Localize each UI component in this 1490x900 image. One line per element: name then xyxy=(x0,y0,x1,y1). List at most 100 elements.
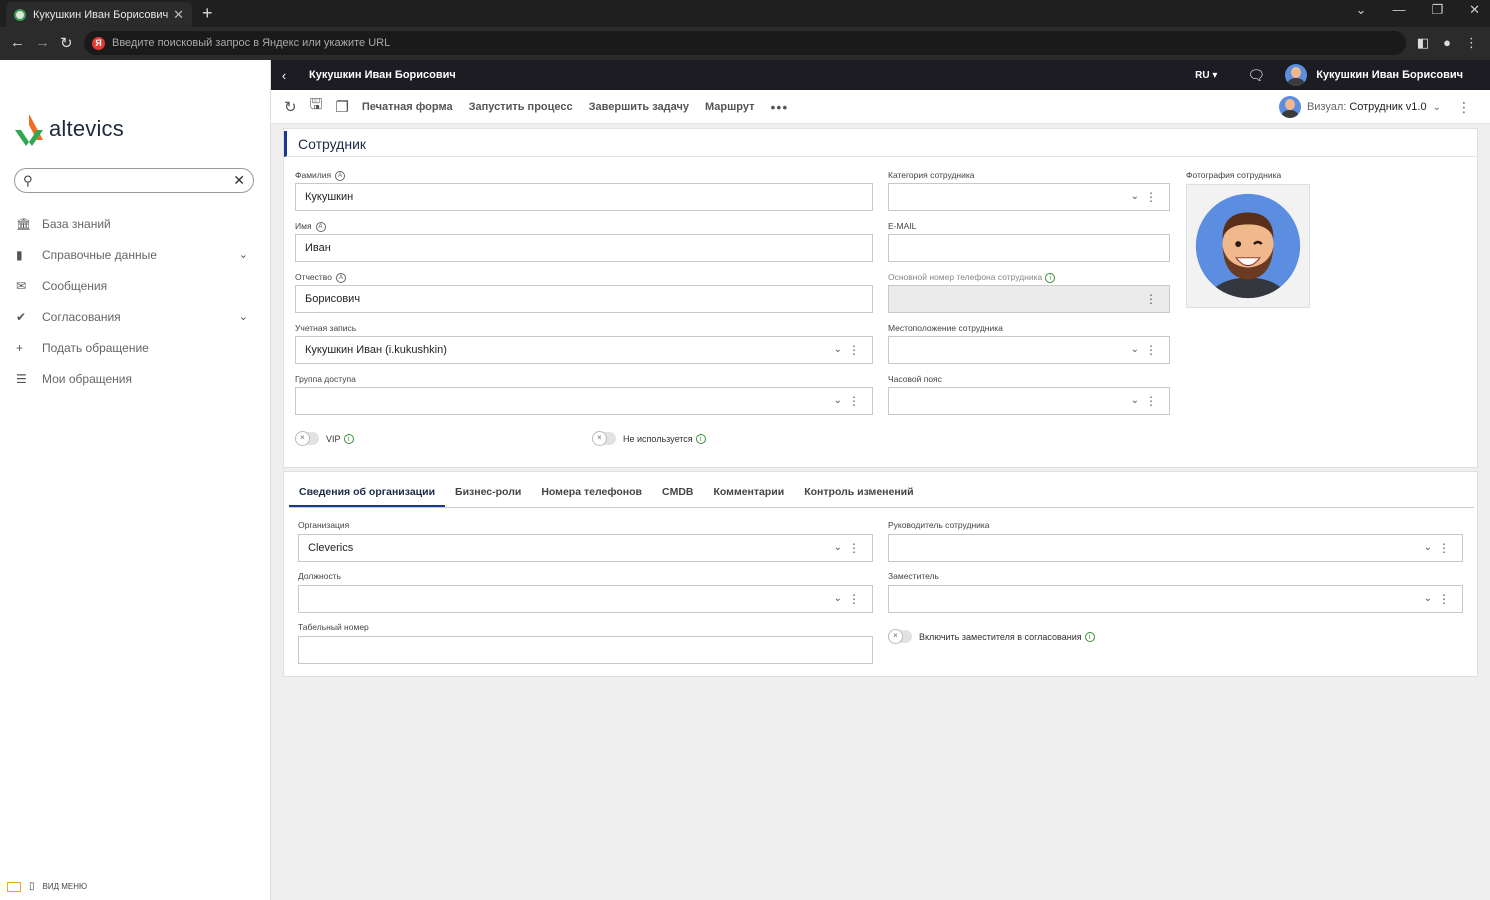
avatar[interactable] xyxy=(1285,64,1308,86)
copy-icon[interactable]: ❐ xyxy=(335,98,348,116)
toggle-switch[interactable] xyxy=(888,629,912,644)
restore-icon[interactable]: ❐ xyxy=(1431,2,1443,18)
browser-menu-icon[interactable]: ⋮ xyxy=(1465,35,1478,51)
kebab-menu-icon[interactable]: ⋮ xyxy=(1145,286,1157,312)
kebab-menu-icon[interactable]: ⋮ xyxy=(1457,99,1471,116)
chevron-down-icon[interactable]: ⌄ xyxy=(239,310,248,323)
clear-search-icon[interactable]: ✕ xyxy=(233,172,245,189)
altevics-logo-icon xyxy=(15,114,43,146)
location-select[interactable]: ⌄ ⋮ xyxy=(888,336,1170,364)
close-window-icon[interactable]: ✕ xyxy=(1469,2,1480,18)
route-button[interactable]: Маршрут xyxy=(705,101,755,113)
sidebar-item-submit-request[interactable]: + Подать обращение xyxy=(0,332,270,363)
deputy-select[interactable]: ⌄ ⋮ xyxy=(888,585,1463,613)
account-select[interactable]: Кукушкин Иван (i.kukushkin) ⌄ ⋮ xyxy=(295,336,873,364)
tab-business-roles[interactable]: Бизнес-роли xyxy=(445,478,531,507)
kebab-menu-icon[interactable]: ⋮ xyxy=(1438,586,1450,612)
start-process-button[interactable]: Запустить процесс xyxy=(469,101,573,113)
info-icon[interactable]: i xyxy=(1045,272,1056,283)
access-group-select[interactable]: ⌄ ⋮ xyxy=(295,387,873,415)
toggle-switch[interactable] xyxy=(592,431,616,446)
sidebar-item-my-requests[interactable]: ☰ Мои обращения xyxy=(0,363,270,394)
kebab-menu-icon[interactable]: ⋮ xyxy=(848,535,860,561)
vip-toggle[interactable]: VIPi xyxy=(295,431,354,446)
back-icon[interactable]: ‹ xyxy=(271,68,297,83)
chevron-down-icon[interactable]: ⌄ xyxy=(834,535,842,561)
include-deputy-toggle[interactable]: Включить заместителя в согласованияi xyxy=(888,629,1095,644)
tab-phone-numbers[interactable]: Номера телефонов xyxy=(531,478,652,507)
close-tab-icon[interactable]: ✕ xyxy=(173,7,184,23)
lastname-field[interactable]: Кукушкин xyxy=(295,183,873,211)
kebab-menu-icon[interactable]: ⋮ xyxy=(848,586,860,612)
middlename-field[interactable]: Борисович xyxy=(295,285,873,313)
profile-icon[interactable]: ● xyxy=(1443,35,1451,51)
tab-change-control[interactable]: Контроль изменений xyxy=(794,478,923,507)
chevron-down-icon[interactable]: ⌄ xyxy=(1424,535,1432,561)
chevron-down-icon[interactable]: ⌄ xyxy=(834,586,842,612)
manager-select[interactable]: ⌄ ⋮ xyxy=(888,534,1463,562)
kebab-menu-icon[interactable]: ⋮ xyxy=(1145,184,1157,210)
position-select[interactable]: ⌄ ⋮ xyxy=(298,585,873,613)
middlename-label: Отчество A xyxy=(295,272,346,283)
tab-org-info[interactable]: Сведения об организации xyxy=(289,478,446,507)
unused-toggle[interactable]: Не используетсяi xyxy=(592,431,706,446)
email-field[interactable] xyxy=(888,234,1170,262)
tab-comments[interactable]: Комментарии xyxy=(704,478,795,507)
list-icon: ☰ xyxy=(16,371,27,386)
toggle-switch[interactable] xyxy=(295,431,319,446)
info-icon[interactable]: i xyxy=(343,433,354,444)
chevron-down-icon[interactable]: ⌄ xyxy=(1424,586,1432,612)
tab-number-field[interactable] xyxy=(298,636,873,664)
visual-selector[interactable]: Визуал: Сотрудник v1.0 ⌄ ⋮ xyxy=(1278,96,1471,118)
kebab-menu-icon[interactable]: ⋮ xyxy=(848,388,860,414)
search-icon: ⚲ xyxy=(23,172,33,188)
finish-task-button[interactable]: Завершить задачу xyxy=(589,101,689,113)
back-arrow-icon[interactable]: ← xyxy=(10,34,25,51)
category-select[interactable]: ⌄ ⋮ xyxy=(888,183,1170,211)
timezone-select[interactable]: ⌄ ⋮ xyxy=(888,387,1170,415)
browser-tab[interactable]: Кукушкин Иван Борисович ✕ xyxy=(6,2,192,27)
refresh-icon[interactable]: ↻ xyxy=(284,98,297,116)
info-icon[interactable]: i xyxy=(695,433,706,444)
kebab-menu-icon[interactable]: ⋮ xyxy=(1438,535,1450,561)
organization-select[interactable]: Cleverics ⌄ ⋮ xyxy=(298,534,873,562)
more-actions-icon[interactable]: ••• xyxy=(771,99,789,115)
save-icon[interactable]: 🖫 xyxy=(310,94,323,119)
forward-arrow-icon[interactable]: → xyxy=(35,34,50,51)
language-select[interactable]: RU ▾ xyxy=(1195,70,1217,81)
sidebar-item-messages[interactable]: ✉ Сообщения xyxy=(0,270,270,301)
tab-cmdb[interactable]: CMDB xyxy=(652,478,704,507)
sidebar-item-label: Справочные данные xyxy=(42,247,157,262)
chevron-down-icon[interactable]: ⌄ xyxy=(834,337,842,363)
view-menu-toggle[interactable]: ▯ ВИД МЕНЮ xyxy=(7,881,87,892)
kebab-menu-icon[interactable]: ⋮ xyxy=(1145,337,1157,363)
chevron-down-icon[interactable]: ⌄ xyxy=(1433,102,1441,113)
firstname-field[interactable]: Иван xyxy=(295,234,873,262)
sidebar-item-approvals[interactable]: ✔ Согласования ⌄ xyxy=(0,301,270,332)
sidebar-item-knowledge-base[interactable]: 🏛 База знаний xyxy=(0,208,270,239)
employee-panel: Сотрудник Фамилия A Кукушкин Имя A Иван От… xyxy=(283,128,1478,468)
minimize-icon[interactable]: — xyxy=(1392,2,1405,18)
kebab-menu-icon[interactable]: ⋮ xyxy=(1145,388,1157,414)
chevron-down-icon[interactable]: ⌄ xyxy=(1131,184,1139,210)
user-name[interactable]: Кукушкин Иван Борисович xyxy=(1316,69,1463,81)
sidebar-search[interactable]: ⚲ ✕ xyxy=(14,168,254,193)
info-icon[interactable]: i xyxy=(1084,631,1095,642)
new-tab-button[interactable]: + xyxy=(202,3,213,23)
chevron-down-icon[interactable]: ⌄ xyxy=(1131,337,1139,363)
omnibox[interactable]: Я Введите поисковый запрос в Яндекс или … xyxy=(84,31,1406,55)
reload-icon[interactable]: ↻ xyxy=(60,34,73,52)
logo[interactable]: altevics xyxy=(12,112,124,146)
auto-icon: A xyxy=(315,221,326,232)
chevron-down-icon[interactable]: ⌄ xyxy=(239,248,248,261)
chevron-down-icon[interactable]: ⌄ xyxy=(834,388,842,414)
kebab-menu-icon[interactable]: ⋮ xyxy=(848,337,860,363)
sidebar-panel-icon[interactable]: ◧ xyxy=(1417,35,1429,51)
print-form-button[interactable]: Печатная форма xyxy=(362,101,453,113)
chat-icon[interactable]: 🗨 xyxy=(1247,67,1265,84)
chevron-down-icon[interactable]: ⌄ xyxy=(1131,388,1139,414)
sidebar-item-label: Сообщения xyxy=(42,278,108,293)
sidebar-item-reference-data[interactable]: ▮ Справочные данные ⌄ xyxy=(0,239,270,270)
tab-search-chevron-icon[interactable]: ⌄ xyxy=(1356,2,1367,18)
employee-photo[interactable] xyxy=(1186,184,1310,308)
